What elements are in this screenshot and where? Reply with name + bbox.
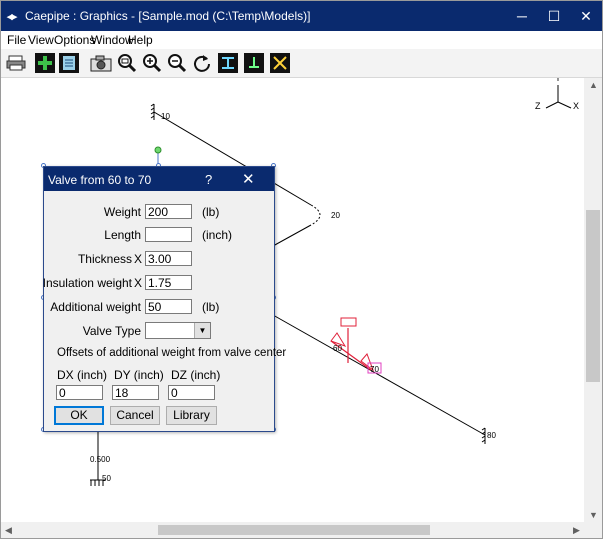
dialog-title-bar: Valve from 60 to 70 ? ✕ xyxy=(44,167,274,191)
node-label-60: 60 xyxy=(333,344,342,353)
caepipe-app-icon: ◂▸ xyxy=(7,11,17,23)
view-zx-button[interactable] xyxy=(269,52,291,74)
rotate-button[interactable] xyxy=(191,52,213,74)
thickness-field[interactable] xyxy=(145,251,192,266)
dx-field[interactable] xyxy=(56,385,103,400)
weight-field[interactable] xyxy=(145,204,192,219)
length-label: 0.500 xyxy=(90,455,111,464)
node-label-50: 50 xyxy=(102,474,111,483)
cancel-button[interactable]: Cancel xyxy=(110,406,160,425)
pipe-to-80 xyxy=(272,314,486,436)
view-xy-button[interactable] xyxy=(217,52,239,74)
node-label-20: 20 xyxy=(331,211,340,220)
node-label-70: 70 xyxy=(370,365,379,374)
add-element-icon xyxy=(35,53,55,73)
horizontal-scrollbar[interactable]: ◀ ▶ xyxy=(1,522,584,538)
vertical-scrollbar[interactable]: ▲ ▼ xyxy=(584,78,602,522)
weight-label: Weight xyxy=(103,205,141,219)
add-element-button[interactable] xyxy=(34,52,56,74)
toolbar xyxy=(1,49,602,78)
weight-unit: (lb) xyxy=(202,205,220,219)
dialog-title: Valve from 60 to 70 xyxy=(48,173,152,187)
thickness-multiplier: X xyxy=(134,252,143,266)
dz-field[interactable] xyxy=(168,385,215,400)
scrollbar-corner xyxy=(584,522,602,538)
caepipe-graphics-window: ◂▸ Caepipe : Graphics - [Sample.mod (C:\… xyxy=(0,0,603,539)
scroll-right-arrow[interactable]: ▶ xyxy=(573,525,580,536)
print-icon xyxy=(6,55,26,71)
zoom-in-icon xyxy=(143,54,162,73)
dy-label: DY (inch) xyxy=(114,368,164,382)
anchor-10 xyxy=(150,103,155,120)
additional-weight-label: Additional weight xyxy=(50,300,141,314)
axis-y-label: Y xyxy=(555,78,561,83)
help-button[interactable]: ? xyxy=(205,172,212,187)
thickness-label: Thickness xyxy=(77,252,132,266)
axis-z-label: Z xyxy=(535,101,541,111)
additional-weight-unit: (lb) xyxy=(202,300,220,314)
zoom-window-button[interactable] xyxy=(116,52,138,74)
menu-view[interactable]: View xyxy=(28,33,54,47)
length-unit: (inch) xyxy=(202,228,233,242)
print-button[interactable] xyxy=(5,52,27,74)
dx-label: DX (inch) xyxy=(57,368,108,382)
zoom-in-button[interactable] xyxy=(141,52,163,74)
rotate-icon xyxy=(194,55,210,72)
rotation-handle[interactable] xyxy=(154,146,162,154)
list-button[interactable] xyxy=(58,52,80,74)
menu-bar: File View Options Window Help xyxy=(1,31,602,49)
library-button[interactable]: Library xyxy=(166,406,217,425)
dz-label: DZ (inch) xyxy=(171,368,221,382)
anchor-80 xyxy=(481,427,486,444)
zoom-out-icon xyxy=(168,54,187,73)
close-button[interactable]: ✕ xyxy=(570,1,602,31)
dialog-close-button[interactable]: ✕ xyxy=(242,170,255,188)
view-xy-icon xyxy=(218,53,238,73)
valve-type-label: Valve Type xyxy=(82,324,141,338)
insulation-weight-label: Insulation weight xyxy=(42,276,132,290)
horizontal-scroll-thumb[interactable] xyxy=(158,525,430,535)
length-field[interactable] xyxy=(145,227,192,242)
menu-help[interactable]: Help xyxy=(128,33,153,47)
zoom-window-icon xyxy=(118,54,137,73)
scroll-down-arrow[interactable]: ▼ xyxy=(589,510,598,520)
length-label: Length xyxy=(104,228,141,242)
scroll-up-arrow[interactable]: ▲ xyxy=(589,80,598,90)
additional-weight-field[interactable] xyxy=(145,299,192,314)
menu-options[interactable]: Options xyxy=(54,33,95,47)
view-yz-button[interactable] xyxy=(243,52,265,74)
zoom-out-button[interactable] xyxy=(166,52,188,74)
node-label-80: 80 xyxy=(487,431,496,440)
maximize-button[interactable]: ☐ xyxy=(538,1,570,31)
title-bar: ◂▸ Caepipe : Graphics - [Sample.mod (C:\… xyxy=(1,1,602,31)
axis-triad: Y X Z xyxy=(535,78,579,111)
axis-x-label: X xyxy=(573,101,579,111)
insulation-multiplier: X xyxy=(134,276,143,290)
ok-button[interactable]: OK xyxy=(54,406,104,425)
pipe-20-down xyxy=(272,224,312,247)
insulation-weight-field[interactable] xyxy=(145,275,192,290)
list-icon xyxy=(59,53,79,73)
offsets-label: Offsets of additional weight from valve … xyxy=(57,347,287,359)
chevron-down-icon[interactable]: ▼ xyxy=(194,323,210,338)
scroll-left-arrow[interactable]: ◀ xyxy=(5,525,12,536)
dy-field[interactable] xyxy=(112,385,159,400)
view-yz-icon xyxy=(244,53,264,73)
bend-20 xyxy=(310,204,321,226)
minimize-button[interactable]: ─ xyxy=(506,1,538,31)
valve-dialog: Valve from 60 to 70 ? ✕ Weight (lb) Leng… xyxy=(42,166,286,432)
vertical-scroll-thumb[interactable] xyxy=(586,210,600,382)
valve-type-select[interactable]: ▼ xyxy=(145,322,211,339)
menu-file[interactable]: File xyxy=(7,33,26,47)
window-title: Caepipe : Graphics - [Sample.mod (C:\Tem… xyxy=(25,9,311,23)
view-zx-icon xyxy=(270,53,290,73)
camera-icon xyxy=(90,55,112,72)
snapshot-button[interactable] xyxy=(90,52,112,74)
